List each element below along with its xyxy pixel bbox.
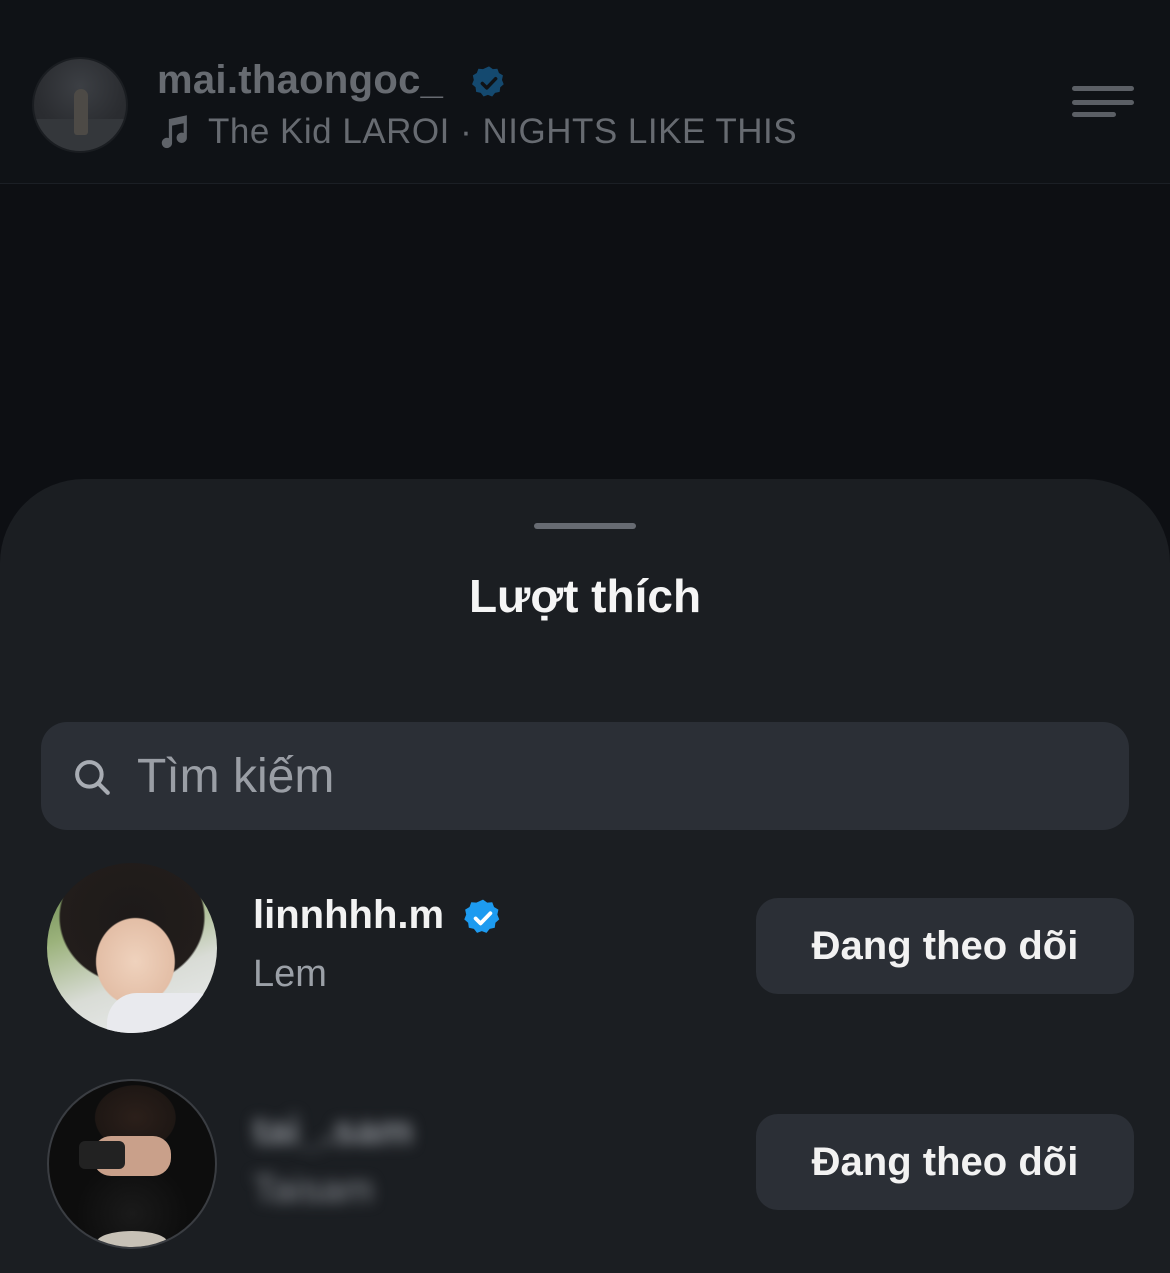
search-bar[interactable] xyxy=(41,722,1129,830)
full-name: Lem xyxy=(253,953,327,995)
verified-badge-icon xyxy=(472,66,504,97)
verified-badge-icon xyxy=(464,899,500,933)
menu-icon[interactable] xyxy=(1072,86,1134,120)
likes-sheet: Lượt thích linnhhh.m Lem Đang theo dõi t… xyxy=(0,479,1170,1273)
avatar[interactable] xyxy=(47,1079,217,1249)
menu-line xyxy=(1072,112,1116,117)
following-button[interactable]: Đang theo dõi xyxy=(756,1114,1134,1210)
list-item[interactable]: linnhhh.m Lem Đang theo dõi xyxy=(0,863,1170,1053)
post-music-label[interactable]: The Kid LAROI · NIGHTS LIKE THIS xyxy=(208,112,797,152)
list-item[interactable]: tai_.sam Taisam Đang theo dõi xyxy=(0,1079,1170,1269)
post-header: mai.thaongoc_ The Kid LAROI · NIGHTS LIK… xyxy=(0,0,1170,184)
avatar[interactable] xyxy=(47,863,217,1033)
search-input[interactable] xyxy=(137,722,1097,830)
username[interactable]: linnhhh.m xyxy=(253,893,444,938)
avatar-detail xyxy=(79,1141,125,1169)
menu-line xyxy=(1072,100,1134,105)
sheet-title: Lượt thích xyxy=(468,570,702,622)
sheet-drag-handle[interactable] xyxy=(534,523,636,529)
post-author-avatar[interactable] xyxy=(32,57,128,153)
music-note-icon xyxy=(161,115,187,149)
menu-line xyxy=(1072,86,1134,91)
avatar-detail xyxy=(107,993,217,1033)
username[interactable]: tai_.sam xyxy=(253,1109,413,1154)
avatar-detail xyxy=(97,1231,167,1247)
following-button[interactable]: Đang theo dõi xyxy=(756,898,1134,994)
post-author-username[interactable]: mai.thaongoc_ xyxy=(157,58,443,103)
avatar-figure xyxy=(74,89,88,135)
search-icon xyxy=(75,760,110,795)
full-name: Taisam xyxy=(253,1169,374,1211)
